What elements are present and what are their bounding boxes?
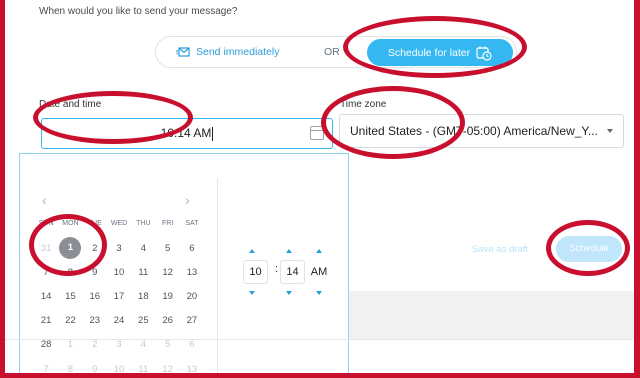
footer-band	[349, 291, 634, 339]
calendar-day[interactable]: 19	[155, 291, 179, 302]
date-time-input[interactable]: 10:14 AM	[41, 118, 333, 149]
send-immediately-label: Send immediately	[196, 46, 280, 58]
schedule-message-panel: When would you like to send your message…	[5, 0, 634, 373]
text-caret	[212, 126, 214, 141]
weekday-fri: FRI	[161, 220, 174, 227]
calendar-day[interactable]: 7	[34, 364, 58, 373]
calendar-day[interactable]: 3	[107, 243, 131, 254]
meridiem-toggle[interactable]: AM	[308, 260, 330, 284]
schedule-button[interactable]: Schedule	[556, 236, 622, 262]
calendar-clock-icon	[476, 46, 492, 61]
calendar-day[interactable]: 10	[107, 267, 131, 278]
calendar-day[interactable]: 9	[83, 364, 107, 373]
schedule-for-later-label: Schedule for later	[387, 46, 471, 59]
calendar-day[interactable]: 23	[83, 315, 107, 326]
calendar-day[interactable]: 16	[83, 291, 107, 302]
or-separator: OR	[324, 46, 340, 58]
save-as-draft-link[interactable]: Save as draft	[472, 244, 528, 255]
weekday-header: SUN MON TUE WED THU FRI SAT	[34, 220, 216, 227]
next-month-icon[interactable]: ›	[185, 192, 190, 208]
calendar-day[interactable]: 6	[180, 339, 204, 350]
calendar-day[interactable]: 15	[58, 291, 82, 302]
time-picker: 10 : 14 AM	[240, 249, 330, 295]
calendar-day[interactable]: 22	[58, 315, 82, 326]
weekday-sat: SAT	[185, 220, 199, 227]
minute-input[interactable]: 14	[280, 260, 305, 284]
time-zone-select[interactable]: United States - (GMT-05:00) America/New_…	[339, 114, 624, 148]
meridiem-down-icon[interactable]	[316, 291, 322, 295]
calendar-icon[interactable]	[310, 126, 324, 140]
calendar-day[interactable]: 5	[155, 339, 179, 350]
calendar-day[interactable]: 12	[155, 267, 179, 278]
calendar-day[interactable]: 8	[58, 267, 82, 278]
calendar-day[interactable]: 4	[131, 339, 155, 350]
calendar-day[interactable]: 1	[58, 339, 82, 350]
calendar-day[interactable]: 7	[34, 267, 58, 278]
calendar-day[interactable]: 25	[131, 315, 155, 326]
calendar-week: 14 15 16 17 18 19 20	[34, 284, 216, 308]
calendar-day[interactable]: 2	[83, 339, 107, 350]
calendar-day[interactable]: 2	[83, 243, 107, 254]
calendar-day[interactable]: 26	[155, 315, 179, 326]
calendar-day-selected[interactable]: 1	[58, 237, 82, 260]
weekday-sun: SUN	[38, 220, 54, 227]
calendar-day[interactable]: 17	[107, 291, 131, 302]
time-colon: :	[275, 263, 279, 275]
calendar-day[interactable]: 14	[34, 291, 58, 302]
calendar-week: 7 8 9 10 11 12 13	[34, 357, 216, 373]
date-time-value: 10:14 AM	[160, 126, 214, 141]
time-divider	[217, 178, 218, 373]
calendar-day[interactable]: 11	[131, 267, 155, 278]
send-immediately-option[interactable]: Send immediately	[176, 37, 279, 67]
calendar-day[interactable]: 18	[131, 291, 155, 302]
prev-month-icon[interactable]: ‹	[42, 192, 47, 208]
calendar-day[interactable]: 13	[180, 267, 204, 278]
calendar-day[interactable]: 5	[155, 243, 179, 254]
divider	[5, 339, 634, 340]
calendar-week: 7 8 9 10 11 12 13	[34, 260, 216, 284]
calendar-day[interactable]: 6	[180, 243, 204, 254]
calendar-day[interactable]: 31	[34, 243, 58, 254]
calendar-day[interactable]: 13	[180, 364, 204, 373]
time-zone-label: Time zone	[340, 99, 387, 110]
weekday-tue: TUE	[87, 220, 102, 227]
date-time-label: Date and time	[39, 99, 102, 110]
calendar-week: 21 22 23 24 25 26 27	[34, 309, 216, 333]
send-time-question: When would you like to send your message…	[39, 6, 238, 17]
calendar-day[interactable]: 12	[155, 364, 179, 373]
date-picker-popup: ‹ › SUN MON TUE WED THU FRI SAT 31 1 2 3…	[19, 153, 349, 373]
calendar-day[interactable]: 21	[34, 315, 58, 326]
send-mode-toggle: Send immediately OR Schedule for later	[155, 36, 517, 68]
calendar-day[interactable]: 24	[107, 315, 131, 326]
envelope-send-icon	[176, 46, 190, 57]
calendar-day[interactable]: 11	[131, 364, 155, 373]
calendar-day[interactable]: 9	[83, 267, 107, 278]
weekday-mon: MON	[62, 220, 79, 227]
calendar-day[interactable]: 10	[107, 364, 131, 373]
time-zone-value: United States - (GMT-05:00) America/New_…	[350, 124, 598, 138]
meridiem-up-icon[interactable]	[316, 249, 322, 253]
hour-down-icon[interactable]	[249, 291, 255, 295]
weekday-wed: WED	[110, 220, 128, 227]
calendar-grid: 31 1 2 3 4 5 6 7 8 9 10 11 12 13 14 15 1…	[34, 236, 216, 373]
calendar-week: 31 1 2 3 4 5 6	[34, 236, 216, 260]
hour-up-icon[interactable]	[249, 249, 255, 253]
calendar-day[interactable]: 27	[180, 315, 204, 326]
minute-up-icon[interactable]	[286, 249, 292, 253]
calendar-day[interactable]: 4	[131, 243, 155, 254]
hour-input[interactable]: 10	[243, 260, 268, 284]
calendar-day[interactable]: 3	[107, 339, 131, 350]
schedule-for-later-option[interactable]: Schedule for later	[367, 39, 513, 66]
calendar-day[interactable]: 28	[34, 339, 58, 350]
calendar-day[interactable]: 20	[180, 291, 204, 302]
calendar-week: 28 1 2 3 4 5 6	[34, 333, 216, 357]
weekday-thu: THU	[136, 220, 151, 227]
calendar-day[interactable]: 8	[58, 364, 82, 373]
dropdown-arrow-icon	[607, 129, 613, 133]
minute-down-icon[interactable]	[286, 291, 292, 295]
